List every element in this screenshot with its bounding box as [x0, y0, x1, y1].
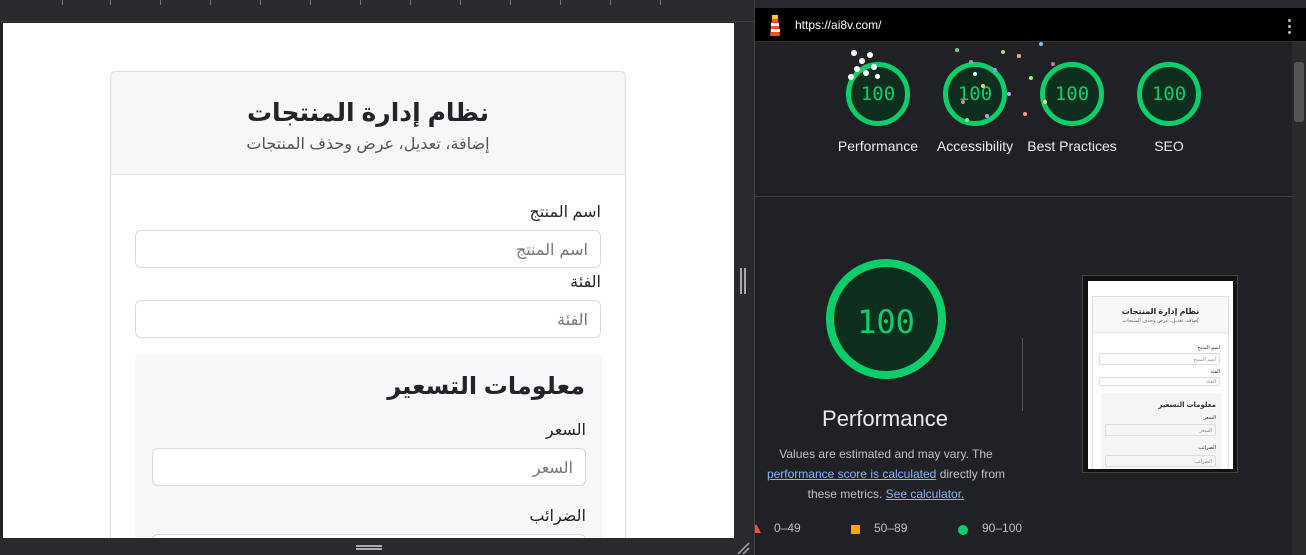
more-options-icon[interactable]: [1288, 16, 1291, 37]
seo-score: 100: [1151, 83, 1187, 105]
height-resize-handle[interactable]: [356, 545, 382, 550]
section-divider: [755, 196, 1293, 197]
lighthouse-panel: https://ai8v.com/ 100 100 100 100 Perfor…: [754, 0, 1306, 555]
thumbnail-price-input: السعر: [1105, 424, 1216, 436]
thumbnail-tax-label: الضرائب: [1198, 445, 1216, 451]
tax-label: الضرائب: [529, 508, 586, 525]
seo-gauge[interactable]: 100: [1137, 62, 1201, 126]
see-calculator-link[interactable]: See calculator.: [886, 487, 965, 501]
thumbnail-subtitle: إضافة، تعديل، عرض وحذف المنتجات: [1122, 318, 1199, 324]
page-screenshot-thumbnail[interactable]: نظام إدارة المنتجات إضافة، تعديل، عرض وح…: [1082, 275, 1238, 473]
card-subtitle: إضافة، تعديل، عرض وحذف المنتجات: [246, 136, 490, 153]
legend-pass: 90–100: [982, 521, 1023, 535]
average-square-icon: [851, 525, 860, 534]
report-url-bar: https://ai8v.com/: [755, 8, 1306, 42]
price-label: السعر: [545, 422, 586, 439]
pricing-title: معلومات التسعير: [387, 373, 585, 400]
thumbnail-pricing-title: معلومات التسعير: [1158, 402, 1216, 409]
thumbnail-name-input: اسم المنتج: [1099, 353, 1220, 365]
price-input[interactable]: [152, 448, 586, 486]
thumbnail-category-input: الفئة: [1099, 377, 1220, 386]
lighthouse-icon: [770, 15, 780, 36]
note-prefix: Values are estimated and may vary. The: [779, 447, 993, 461]
main-performance-gauge: 100: [826, 259, 946, 379]
card-title: نظام إدارة المنتجات: [246, 99, 490, 127]
accessibility-score: 100: [957, 83, 993, 105]
product-name-input[interactable]: [135, 230, 601, 268]
report-scrollbar[interactable]: [1292, 42, 1306, 555]
pass-circle-icon: [958, 525, 968, 535]
device-viewport: نظام إدارة المنتجات إضافة، تعديل، عرض وح…: [3, 23, 734, 538]
thumbnail-price-label: السعر: [1203, 415, 1216, 421]
vertical-separator: [1022, 338, 1023, 411]
best-practices-label: Best Practices: [1027, 138, 1117, 154]
thumbnail-title: نظام إدارة المنتجات: [1121, 307, 1200, 316]
best-practices-gauge[interactable]: 100: [1040, 62, 1104, 126]
report-url[interactable]: https://ai8v.com/: [795, 18, 881, 32]
corner-resize-handle[interactable]: [736, 541, 750, 555]
main-performance-title: Performance: [822, 406, 948, 431]
thumbnail-tax-input: الضرائب: [1105, 455, 1216, 467]
seo-label: SEO: [1154, 138, 1184, 154]
width-resize-handle[interactable]: [740, 268, 746, 294]
product-form-card: نظام إدارة المنتجات إضافة، تعديل، عرض وح…: [110, 71, 626, 538]
performance-label: Performance: [837, 138, 919, 154]
category-label: الفئة: [570, 274, 601, 291]
legend-fail: 0–49: [774, 521, 801, 535]
category-input[interactable]: [135, 300, 601, 338]
fail-triangle-icon: [755, 524, 761, 533]
accessibility-label: Accessibility: [936, 138, 1014, 154]
thumbnail-name-label: اسم المنتج: [1197, 345, 1220, 351]
pricing-section: معلومات التسعير السعر الضرائب: [135, 354, 602, 538]
thumbnail-card: نظام إدارة المنتجات إضافة، تعديل، عرض وح…: [1092, 296, 1229, 469]
legend-average: 50–89: [874, 521, 908, 535]
thumbnail-page: نظام إدارة المنتجات إضافة، تعديل، عرض وح…: [1088, 281, 1233, 469]
product-name-label: اسم المنتج: [529, 204, 602, 221]
thumbnail-category-label: الفئة: [1210, 369, 1220, 375]
performance-score: 100: [860, 83, 896, 105]
devtools-topbar: [755, 0, 1306, 8]
viewport-toolbar: [0, 0, 754, 22]
main-performance-score: 100: [857, 303, 915, 341]
best-practices-score: 100: [1054, 83, 1090, 105]
score-calculated-link[interactable]: performance score is calculated: [767, 467, 936, 481]
card-header: نظام إدارة المنتجات إضافة، تعديل، عرض وح…: [111, 72, 625, 175]
thumbnail-pricing-section: معلومات التسعير السعر السعر الضرائب الضر…: [1101, 393, 1222, 469]
score-note: Values are estimated and may vary. The p…: [755, 444, 1021, 504]
